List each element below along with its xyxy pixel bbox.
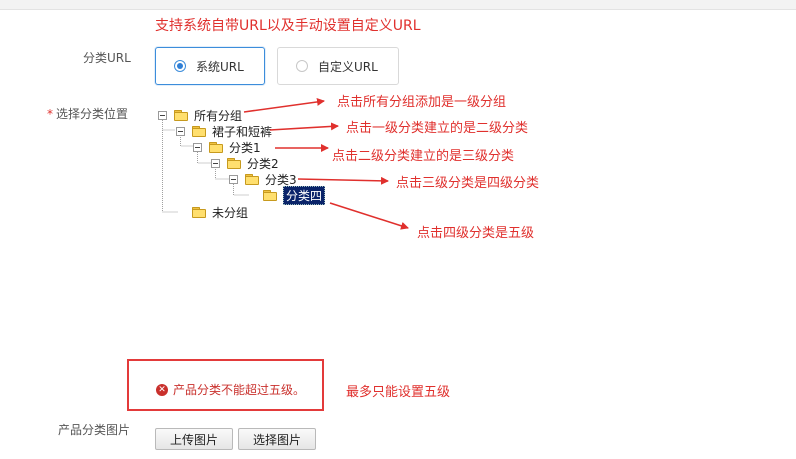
level2-annotation: 点击二级分类建立的是三级分类 — [332, 149, 515, 164]
limit-annotation: 最多只能设置五级 — [346, 385, 451, 400]
category-image-label: 产品分类图片 — [58, 423, 131, 437]
error-message-text: 产品分类不能超过五级。 — [173, 383, 306, 397]
error-icon: ✕ — [156, 383, 168, 396]
level1-annotation: 点击一级分类建立的是二级分类 — [346, 121, 529, 136]
choose-image-button[interactable]: 选择图片 — [238, 428, 316, 450]
error-message: ✕ 产品分类不能超过五级。 — [156, 381, 305, 398]
upload-image-button[interactable]: 上传图片 — [155, 428, 233, 450]
level3-annotation: 点击三级分类是四级分类 — [396, 176, 540, 191]
level4-annotation: 点击四级分类是五级 — [417, 226, 535, 241]
root-level-annotation: 点击所有分组添加是一级分组 — [337, 95, 507, 110]
